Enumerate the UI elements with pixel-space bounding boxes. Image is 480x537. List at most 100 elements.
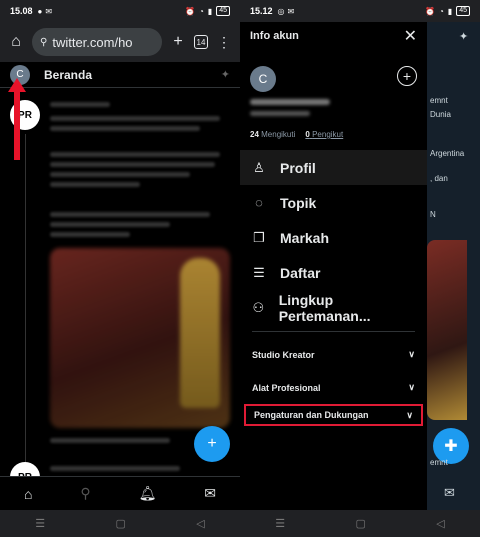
page-title: Beranda (44, 67, 93, 82)
list-icon: ☰ (253, 264, 265, 280)
recents-icon[interactable]: ☰ (275, 517, 285, 530)
circle-icon: ⚇ (252, 299, 265, 315)
follow-stats: 24 Mengikuti 0 Pengikut (250, 130, 343, 139)
person-icon: ♙ (253, 159, 265, 175)
timeline: PR PR + (0, 88, 240, 494)
chevron-down-icon: ∨ (408, 382, 415, 392)
section-label: Studio Kreator (252, 349, 315, 360)
chevron-down-icon: ∨ (406, 409, 413, 420)
security-icon: ⚲ (40, 36, 48, 48)
close-icon[interactable]: ✕ (404, 26, 417, 46)
menu-item-label: Topik (280, 194, 317, 211)
strip-text: , dan (430, 174, 448, 183)
messages-nav-icon[interactable]: ✉ (444, 485, 455, 501)
tab-switcher-button[interactable]: 14 (194, 35, 208, 49)
compose-button[interactable]: + (194, 426, 230, 462)
home-button-icon[interactable]: ▢ (355, 517, 365, 530)
following-link[interactable]: 24 Mengikuti (250, 130, 295, 139)
strip-text: emnt (430, 96, 448, 105)
blurred-text (50, 232, 130, 237)
app-icon: ● (37, 6, 43, 16)
section-label: Pengaturan dan Dukungan (254, 410, 369, 420)
plus-icon: + (207, 435, 217, 452)
blurred-text (50, 152, 220, 157)
menu-item-topik[interactable]: ◌ Topik (240, 185, 427, 220)
home-icon[interactable]: ⌂ (6, 33, 26, 51)
gmail-icon: ✉ (45, 6, 53, 16)
back-icon[interactable]: ◁ (196, 517, 204, 530)
drawer-menu: ♙ Profil ◌ Topik ❒ Markah ☰ Daftar ⚇ Lin… (240, 150, 427, 426)
chevron-down-icon: ∨ (408, 349, 415, 359)
wifi-icon: ◔ (438, 6, 444, 16)
menu-item-profil[interactable]: ♙ Profil (240, 150, 427, 185)
alarm-icon: ⏰ (184, 6, 195, 16)
menu-item-daftar[interactable]: ☰ Daftar (240, 255, 427, 290)
menu-item-label: Lingkup Pertemanan... (278, 291, 371, 324)
followers-link[interactable]: 0 Pengikut (305, 130, 343, 139)
section-alat-profesional[interactable]: Alat Profesional ∨ (240, 371, 427, 404)
section-pengaturan-dan-dukungan[interactable]: Pengaturan dan Dukungan ∨ (244, 404, 423, 426)
blurred-text (50, 172, 190, 177)
add-account-button[interactable]: + (397, 66, 417, 86)
battery-icon: 45 (456, 6, 470, 16)
tweet-image (427, 240, 467, 420)
sparkle-icon[interactable]: ✦ (221, 68, 230, 81)
system-icons: ⏰ ◔ ▮ 45 (185, 6, 230, 16)
home-button-icon[interactable]: ▢ (115, 517, 125, 530)
red-arrow (14, 90, 20, 160)
menu-item-label: Markah (280, 229, 330, 246)
section-studio-kreator[interactable]: Studio Kreator ∨ (240, 338, 427, 371)
strip-text: Dunia (430, 110, 451, 119)
strip-text: Argentina (430, 149, 465, 158)
status-time: 15.08 (10, 6, 33, 16)
blurred-text (50, 116, 220, 121)
menu-item-markah[interactable]: ❒ Markah (240, 220, 427, 255)
back-icon[interactable]: ◁ (436, 517, 444, 530)
menu-icon[interactable]: ⋮ (214, 34, 234, 51)
new-tab-icon[interactable]: + (168, 33, 188, 51)
twitter-header: C Beranda ✦ (0, 62, 240, 88)
strip-text: N (430, 210, 436, 219)
messages-nav-icon[interactable]: ✉ (204, 485, 216, 502)
status-bar: 15.12 ◎ ✉ ⏰ ◔ ▮ 45 (240, 0, 480, 22)
blurred-text (50, 222, 170, 227)
wifi-icon: ◔ (198, 6, 204, 16)
topic-icon: ◌ (255, 195, 263, 210)
section-label: Alat Profesional (252, 382, 321, 393)
menu-item-lingkup-pertemanan[interactable]: ⚇ Lingkup Pertemanan... (240, 290, 427, 325)
blurred-text (50, 102, 110, 107)
gmail-icon: ✉ (287, 6, 295, 16)
tweet-image[interactable] (50, 248, 230, 428)
signal-icon: ▮ (447, 6, 453, 16)
status-time: 15.12 (250, 6, 273, 16)
dimmed-timeline[interactable]: ✦ emnt Dunia Argentina , dan N ✚ emnt ✉ (427, 22, 480, 510)
bookmark-icon: ❒ (253, 229, 265, 245)
search-nav-icon[interactable]: ⚲ (80, 485, 90, 502)
account-drawer: Info akun ✕ C + 24 Mengikuti 0 Pengikut … (240, 22, 427, 510)
blurred-text (50, 466, 180, 471)
battery-icon: 45 (216, 6, 230, 16)
notification-icons: ● ✉ (38, 7, 53, 16)
url-text: twitter.com/ho (52, 34, 133, 50)
notification-icons: ◎ ✉ (278, 7, 295, 16)
recents-icon[interactable]: ☰ (35, 517, 45, 530)
blurred-text (50, 182, 140, 187)
android-nav: ☰ ▢ ◁ (240, 510, 480, 537)
right-screenshot: 15.12 ◎ ✉ ⏰ ◔ ▮ 45 ✦ emnt Dunia Argentin… (240, 0, 480, 537)
status-bar: 15.08 ● ✉ ⏰ ◔ ▮ 45 (0, 0, 240, 22)
blurred-handle (250, 111, 310, 116)
alarm-icon: ⏰ (424, 6, 435, 16)
left-screenshot: 15.08 ● ✉ ⏰ ◔ ▮ 45 ⌂ ⚲ twitter.com/ho + … (0, 0, 240, 537)
blurred-text (50, 212, 210, 217)
android-nav: ☰ ▢ ◁ (0, 510, 240, 537)
drawer-title: Info akun (250, 30, 299, 42)
signal-icon: ▮ (207, 6, 213, 16)
browser-toolbar: ⌂ ⚲ twitter.com/ho + 14 ⋮ (0, 22, 240, 62)
notifications-nav-icon[interactable]: 🔔︎ (139, 485, 157, 502)
bottom-nav: ⌂ ⚲ 🔔︎ ✉ (0, 476, 240, 510)
blurred-text (50, 438, 170, 443)
address-bar[interactable]: ⚲ twitter.com/ho (32, 28, 162, 56)
home-nav-icon[interactable]: ⌂ (24, 486, 32, 502)
profile-avatar[interactable]: C (250, 66, 276, 92)
menu-item-label: Profil (280, 159, 316, 176)
